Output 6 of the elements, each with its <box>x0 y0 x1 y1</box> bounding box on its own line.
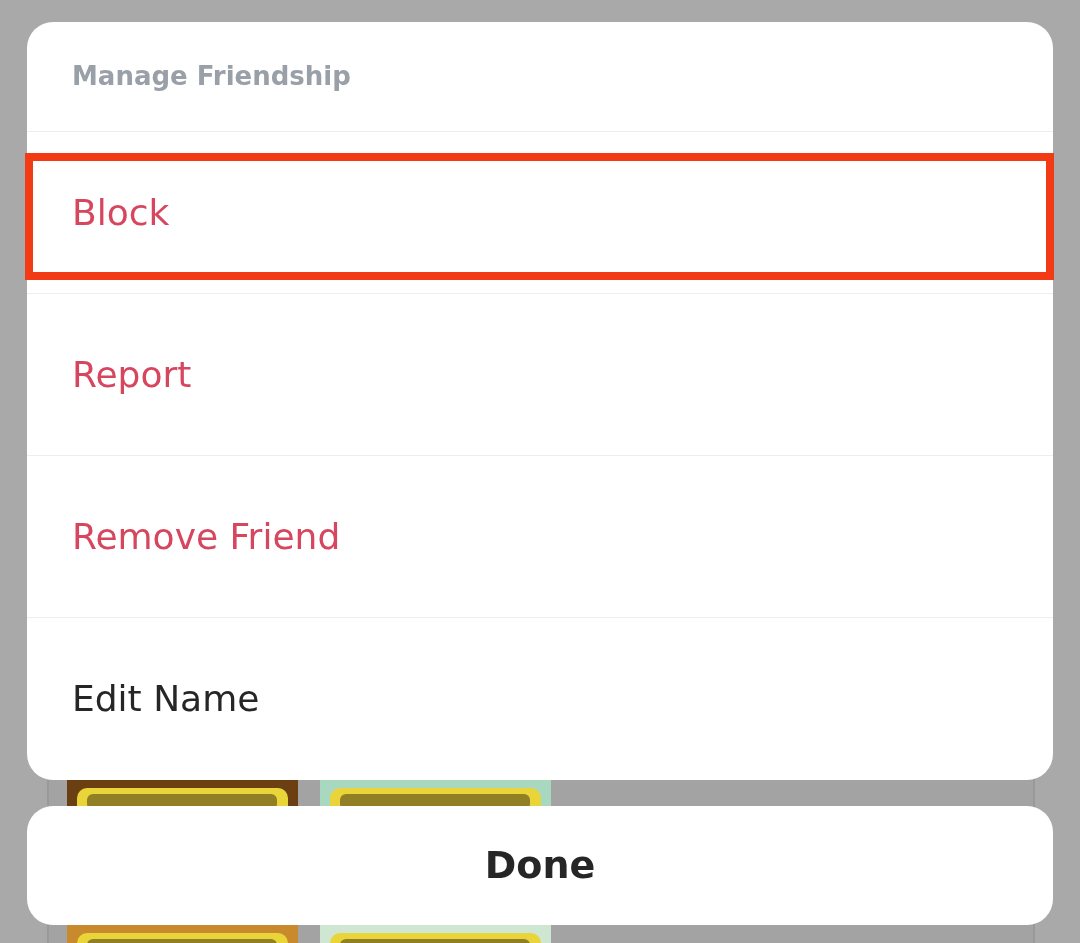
menu-item[interactable]: Edit Name <box>27 618 1053 780</box>
menu-item[interactable]: Block <box>27 132 1053 294</box>
menu-item[interactable]: Remove Friend <box>27 456 1053 618</box>
menu-item[interactable]: Report <box>27 294 1053 456</box>
done-button[interactable]: Done <box>27 806 1053 925</box>
sheet-title: Manage Friendship <box>27 22 1053 132</box>
